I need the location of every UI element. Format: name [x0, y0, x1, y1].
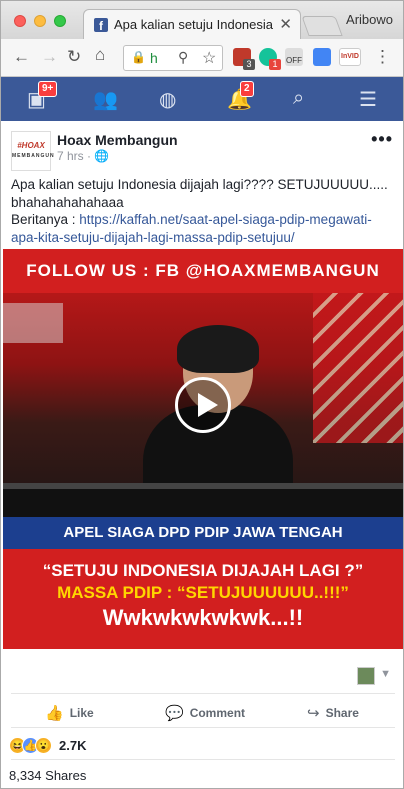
bookmark-star-icon[interactable]: ☆: [202, 48, 216, 68]
video-banner-bottom: “SETUJU INDONESIA DIJAJAH LAGI ?” MASSA …: [3, 549, 403, 649]
nav-home-icon[interactable]: ▣ 9+: [27, 81, 58, 112]
notifications-badge: 2: [240, 81, 254, 97]
video-laugh-line: Wwkwkwkwkwk...!!: [102, 605, 304, 630]
minimize-window-button[interactable]: [34, 15, 46, 27]
browser-window: f Apa kalian setuju Indonesia d ✕ Aribow…: [0, 0, 404, 789]
post-text: Apa kalian setuju Indonesia dijajah lagi…: [11, 177, 388, 210]
back-arrow-icon[interactable]: ←: [13, 47, 30, 67]
divider: [11, 693, 395, 694]
share-label: Share: [325, 706, 359, 720]
comment-button[interactable]: 💬 Comment: [165, 704, 245, 722]
ublock-extension-icon[interactable]: 3: [233, 48, 255, 70]
avatar-logo-text: #HOAX: [17, 141, 45, 150]
browser-toolbar: ← → ↻ ⌂ 🔒 h ⚲ ☆ 3 1 OFF InVID ⋮: [1, 39, 403, 77]
page-name[interactable]: Hoax Membangun: [57, 132, 178, 148]
post-source: Beritanya : https://kaffah.net/saat-apel…: [11, 211, 395, 247]
address-bar[interactable]: 🔒 h ⚲ ☆: [123, 45, 223, 71]
comment-bubble-icon: 💬: [165, 705, 184, 722]
lock-icon: 🔒: [131, 50, 146, 64]
invid-extension-icon[interactable]: InVID: [339, 48, 361, 66]
like-label: Like: [69, 706, 94, 720]
post-time: 7 hrs · 🌐: [57, 149, 109, 163]
nav-search-icon[interactable]: ⌕: [293, 87, 304, 110]
chevron-down-icon[interactable]: ▼: [380, 668, 391, 680]
off-extension-icon[interactable]: OFF: [285, 48, 303, 66]
shares-count[interactable]: 8,334 Shares: [9, 768, 86, 783]
browser-menu-icon[interactable]: ⋮: [374, 47, 391, 67]
profile-name[interactable]: Aribowo: [346, 12, 393, 27]
facebook-nav-bar: ▣ 9+ 👥 ◍ 🔔 2 ⌕ ☰: [1, 77, 403, 121]
reactions-count[interactable]: 2.7K: [59, 738, 86, 753]
zoom-icon[interactable]: ⚲: [178, 49, 188, 66]
post-time-text: 7 hrs ·: [57, 149, 95, 163]
nav-notifications-icon[interactable]: 🔔 2: [227, 81, 254, 112]
video-response-line: MASSA PDIP : “SETUJUUUUUU..!!!”: [57, 583, 349, 602]
thumbs-up-icon: 👍: [45, 705, 64, 722]
grammarly-badge: 1: [269, 59, 281, 70]
zoom-window-button[interactable]: [54, 15, 66, 27]
url-text: h: [150, 50, 158, 66]
play-button-icon[interactable]: [175, 377, 231, 433]
home-icon[interactable]: ⌂: [95, 45, 105, 65]
tab-close-icon[interactable]: ✕: [279, 15, 292, 33]
reload-icon[interactable]: ↻: [67, 47, 81, 67]
post-card: #HOAX MEMBANGUN Hoax Membangun 7 hrs · 🌐…: [1, 121, 403, 788]
source-prefix: Beritanya :: [11, 212, 80, 227]
browser-tab[interactable]: f Apa kalian setuju Indonesia d ✕: [83, 9, 301, 39]
title-bar: f Apa kalian setuju Indonesia d ✕ Aribow…: [1, 1, 403, 39]
close-window-button[interactable]: [14, 15, 26, 27]
nav-friends-icon[interactable]: 👥: [93, 87, 118, 112]
nav-menu-icon[interactable]: ☰: [359, 87, 377, 112]
avatar-logo-subtext: MEMBANGUN: [12, 153, 55, 159]
translate-extension-icon[interactable]: [313, 48, 331, 66]
tab-title: Apa kalian setuju Indonesia d: [114, 17, 274, 32]
new-tab-button[interactable]: [301, 16, 343, 36]
home-badge: 9+: [38, 81, 58, 97]
share-button[interactable]: ↪ Share: [307, 704, 359, 722]
divider: [11, 759, 395, 760]
forward-arrow-icon[interactable]: →: [41, 47, 58, 67]
page-avatar[interactable]: #HOAX MEMBANGUN: [11, 131, 55, 171]
ublock-badge: 3: [243, 59, 255, 70]
background-flag: [313, 293, 403, 443]
grammarly-extension-icon[interactable]: 1: [259, 48, 281, 70]
nav-messenger-icon[interactable]: ◍: [159, 87, 176, 112]
video-banner-top: FOLLOW US : FB @HOAXMEMBANGUN: [3, 249, 403, 293]
comment-label: Comment: [189, 706, 246, 720]
video-player[interactable]: FOLLOW US : FB @HOAXMEMBANGUN APEL SIAGA…: [3, 249, 403, 649]
like-button[interactable]: 👍 Like: [45, 704, 94, 722]
background-banner: [3, 303, 63, 343]
video-caption-bar: APEL SIAGA DPD PDIP JAWA TENGAH: [3, 517, 403, 549]
globe-icon: 🌐: [94, 149, 110, 163]
wow-reaction-icon: 😮: [35, 737, 52, 754]
video-quote-line: “SETUJU INDONESIA DIJAJAH LAGI ?”: [42, 561, 364, 580]
post-options-button[interactable]: •••: [371, 129, 393, 150]
share-arrow-icon: ↪: [307, 705, 320, 722]
facebook-favicon-icon: f: [94, 18, 108, 33]
divider: [11, 727, 395, 728]
share-as-avatar[interactable]: [357, 667, 375, 685]
